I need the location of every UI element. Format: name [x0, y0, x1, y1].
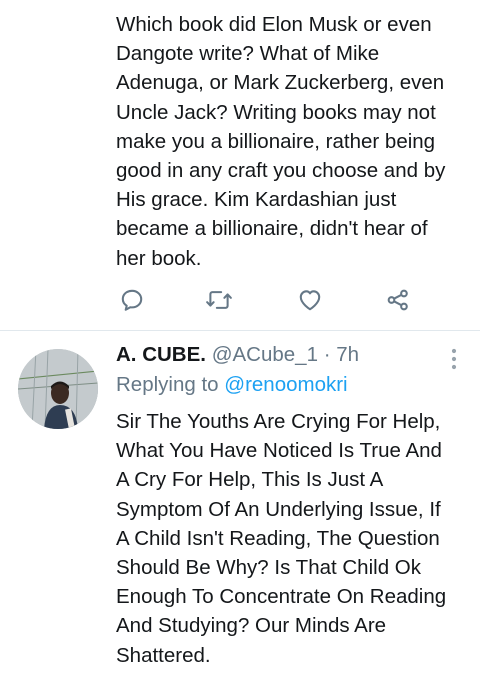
tweet-text-line: Shattered. — [116, 643, 211, 667]
replying-to: Replying to @renoomokri — [116, 373, 348, 397]
tweet-text-line: good in any craft you choose and by — [116, 159, 446, 183]
timestamp[interactable]: 7h — [336, 343, 359, 366]
tweet-reply[interactable]: A. CUBE. @ACube_1 · 7h Replying to @reno… — [0, 331, 480, 679]
tweet-header: A. CUBE. @ACube_1 · 7h — [116, 343, 456, 373]
retweet-icon[interactable] — [203, 284, 235, 316]
replying-to-label: Replying to — [116, 373, 219, 396]
more-options-icon[interactable] — [450, 347, 458, 371]
tweet-text-line: make you a billionaire, rather being — [116, 129, 436, 153]
display-name[interactable]: A. CUBE. — [116, 343, 206, 366]
tweet-text-line: A Cry For Help, This Is Just A — [116, 468, 384, 492]
tweet-text-line: her book. — [116, 246, 202, 270]
tweet-previous[interactable]: Which book did Elon Musk or even Dangote… — [0, 0, 480, 330]
tweet-text-line: What You Have Noticed Is True And — [116, 439, 442, 463]
tweet-text-line: And Studying? Our Minds Are — [116, 614, 387, 638]
mention-link[interactable]: @renoomokri — [224, 373, 347, 396]
tweet-text-line: Uncle Jack? Writing books may not — [116, 100, 436, 124]
tweet-text-line: A Child Isn't Reading, The Question — [116, 526, 440, 550]
tweet-text-line: Sir The Youths Are Crying For Help, — [116, 410, 441, 433]
avatar[interactable] — [18, 349, 98, 429]
tweet-text: Which book did Elon Musk or even Dangote… — [116, 10, 466, 273]
tweet-text-line: Which book did Elon Musk or even — [116, 13, 432, 36]
tweet-actions — [116, 284, 416, 316]
user-handle[interactable]: @ACube_1 — [212, 343, 318, 366]
tweet-text-line: Adenuga, or Mark Zuckerberg, even — [116, 71, 445, 95]
like-icon[interactable] — [294, 284, 326, 316]
tweet-text-line: Enough To Concentrate On Reading — [116, 585, 447, 609]
tweet-text-line: Dangote write? What of Mike — [116, 42, 380, 66]
tweet-text-line: Symptom Of An Underlying Issue, If — [116, 497, 441, 521]
separator: · — [323, 343, 331, 366]
tweet-text-line: Should Be Why? Is That Child Ok — [116, 556, 421, 580]
tweet-text-line: His grace. Kim Kardashian just — [116, 188, 397, 212]
tweet-text: Sir The Youths Are Crying For Help, What… — [116, 407, 466, 670]
share-icon[interactable] — [382, 284, 414, 316]
reply-icon[interactable] — [116, 284, 148, 316]
tweet-text-line: became a billionaire, didn't hear of — [116, 217, 428, 241]
